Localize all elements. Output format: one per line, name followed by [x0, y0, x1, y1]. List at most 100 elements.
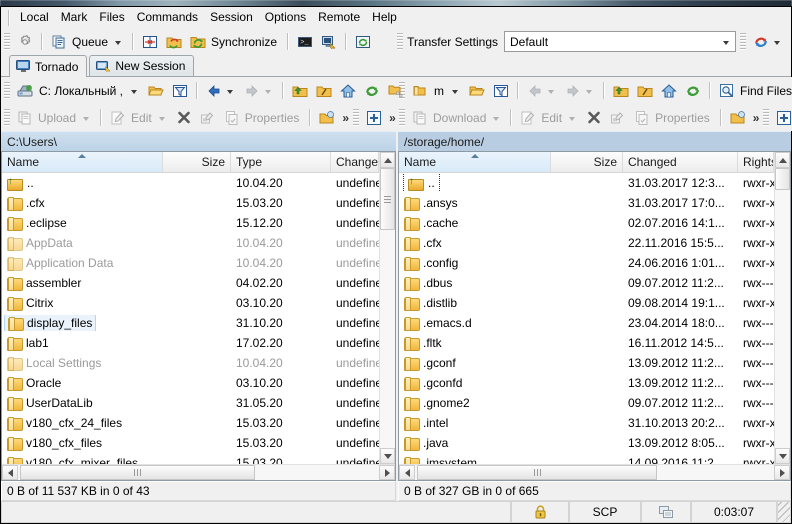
remote-actions-overflow-chevron[interactable]: »: [750, 111, 763, 125]
remote-scroll-track[interactable]: [775, 168, 790, 448]
remote-path-bar[interactable]: /storage/home/: [398, 131, 791, 151]
table-row[interactable]: .imsystem 14.09.2016 11:2 rwxr-xr-: [399, 453, 774, 464]
table-row[interactable]: assembler 04.02.20 undefined: [2, 273, 379, 293]
remote-column-changed[interactable]: Changed: [623, 152, 738, 172]
table-row[interactable]: v180_cfx_mixer_files 15.03.20 undefined: [2, 453, 379, 464]
remote-hscroll-right-button[interactable]: [774, 465, 790, 480]
remote-filter-button[interactable]: [489, 80, 513, 102]
local-forward-button[interactable]: [240, 80, 278, 102]
remote-hscroll-left-button[interactable]: [399, 465, 415, 480]
queue-dropdown-caret[interactable]: [115, 40, 122, 45]
connection-status-cell[interactable]: [641, 501, 691, 523]
remote-new-directory-button[interactable]: [726, 107, 750, 129]
table-row[interactable]: .java 13.09.2012 8:05... rwxr-xr-: [399, 433, 774, 453]
open-putty-button[interactable]: [317, 31, 341, 53]
local-scroll-down-button[interactable]: [380, 448, 395, 464]
table-row[interactable]: UserDataLib 31.05.20 undefined: [2, 393, 379, 413]
local-add-grip[interactable]: [353, 109, 360, 126]
local-rows-viewport[interactable]: ↑.. 10.04.20 undefined .cfx 15.03.20 undefine…: [2, 173, 379, 464]
remote-add-bookmark-button[interactable]: [772, 107, 792, 129]
tab-new-session[interactable]: New Session: [89, 55, 195, 76]
table-row[interactable]: .ansys 31.03.2017 17:0... rwxr-xr-: [399, 193, 774, 213]
remote-edit-button[interactable]: Edit: [516, 107, 582, 129]
local-rename-button[interactable]: xl: [196, 107, 220, 129]
local-delete-button[interactable]: [172, 107, 196, 129]
local-hscroll-right-button[interactable]: [379, 465, 395, 480]
remote-actions-grip[interactable]: [399, 109, 405, 126]
transfer-settings-icon-button[interactable]: [749, 31, 787, 53]
local-hscroll-thumb[interactable]: [20, 465, 255, 480]
local-scroll-track[interactable]: [380, 168, 395, 448]
local-actions-grip[interactable]: [4, 109, 10, 126]
download-caret[interactable]: [493, 116, 500, 121]
toolbar-grip-handle[interactable]: [4, 33, 10, 50]
table-row[interactable]: .dbus 09.07.2012 11:2... rwx----: [399, 273, 774, 293]
upload-button[interactable]: Upload: [13, 107, 96, 129]
remote-scroll-up-button[interactable]: [775, 152, 790, 168]
table-row[interactable]: .gnome2 09.07.2012 11:2... rwx----: [399, 393, 774, 413]
preferences-button[interactable]: [13, 31, 37, 53]
local-drive-caret[interactable]: [130, 89, 137, 94]
remote-column-size[interactable]: Size: [551, 152, 623, 172]
table-row[interactable]: .gconf 13.09.2012 11:2... rwx----: [399, 353, 774, 373]
local-column-type[interactable]: Type: [231, 152, 331, 172]
local-open-directory-button[interactable]: [144, 80, 168, 102]
table-row[interactable]: .distlib 09.08.2014 19:1... rwxr-xr-: [399, 293, 774, 313]
table-row[interactable]: .fltk 16.11.2012 14:5... rwx----: [399, 333, 774, 353]
remote-back-button[interactable]: [523, 80, 561, 102]
local-hscroll-left-button[interactable]: [2, 465, 18, 480]
remote-root-directory-button[interactable]: [633, 80, 657, 102]
remote-forward-button[interactable]: [561, 80, 599, 102]
local-edit-caret[interactable]: [158, 116, 165, 121]
remote-parent-directory-button[interactable]: [609, 80, 633, 102]
transfer-settings-grip[interactable]: [397, 33, 404, 50]
menu-help[interactable]: Help: [366, 8, 403, 27]
remote-directory-caret[interactable]: [452, 89, 458, 94]
table-row[interactable]: .cache 02.07.2016 14:1... rwxr-xr-: [399, 213, 774, 233]
resize-grip[interactable]: [777, 501, 791, 523]
table-row[interactable]: AppData 10.04.20 undefined: [2, 233, 379, 253]
local-back-button[interactable]: [202, 80, 240, 102]
table-row[interactable]: .emacs.d 23.04.2014 18:0... rwx----: [399, 313, 774, 333]
table-row[interactable]: display_files 31.10.20 undefined: [2, 313, 379, 333]
upload-caret[interactable]: [83, 116, 90, 121]
local-drive-combo[interactable]: C: Локальный ,: [13, 80, 144, 102]
remote-forward-caret[interactable]: [586, 89, 592, 94]
remote-home-directory-button[interactable]: [657, 80, 681, 102]
remote-scroll-down-button[interactable]: [775, 448, 790, 464]
remote-scroll-thumb[interactable]: [775, 168, 790, 190]
table-row[interactable]: ↑.. 31.03.2017 12:3... rwxr-xr-: [399, 173, 774, 193]
menu-grip-handle[interactable]: [5, 9, 12, 26]
remote-directory-combo[interactable]: m: [408, 80, 465, 102]
local-toolbar-grip[interactable]: [4, 82, 10, 99]
remote-back-caret[interactable]: [548, 89, 554, 94]
remote-open-directory-button[interactable]: [465, 80, 489, 102]
table-row[interactable]: .gconfd 13.09.2012 11:2... rwx----: [399, 373, 774, 393]
menu-session[interactable]: Session: [204, 8, 259, 27]
remote-hscroll-thumb[interactable]: [417, 465, 657, 480]
local-home-directory-button[interactable]: [336, 80, 360, 102]
local-vertical-scrollbar[interactable]: [379, 152, 395, 464]
local-forward-caret[interactable]: [264, 89, 271, 94]
remote-column-name[interactable]: Name: [399, 152, 551, 172]
synchronize-button[interactable]: Synchronize: [186, 31, 283, 53]
remote-rows-viewport[interactable]: ↑.. 31.03.2017 12:3... rwxr-xr- .ansys 31.03…: [399, 173, 774, 464]
table-row[interactable]: Oracle 03.10.20 undefined: [2, 373, 379, 393]
remote-column-rights[interactable]: Rights: [738, 152, 774, 172]
table-row[interactable]: .eclipse 15.12.20 undefined: [2, 213, 379, 233]
table-row[interactable]: Application Data 10.04.20 undefined: [2, 253, 379, 273]
tab-tornado[interactable]: Tornado: [9, 55, 88, 77]
remote-edit-caret[interactable]: [569, 116, 576, 121]
table-row[interactable]: .cfx 15.03.20 undefined: [2, 193, 379, 213]
local-parent-directory-button[interactable]: [288, 80, 312, 102]
transfer-settings-right-grip[interactable]: [740, 33, 746, 50]
table-row[interactable]: .intel 31.10.2013 20:2... rwxr-xr-: [399, 413, 774, 433]
menu-files[interactable]: Files: [93, 8, 130, 27]
menu-remote[interactable]: Remote: [312, 8, 366, 27]
refresh-both-panels-button[interactable]: [351, 31, 375, 53]
menu-options[interactable]: Options: [259, 8, 312, 27]
remote-properties-button[interactable]: Properties: [630, 107, 716, 129]
menu-commands[interactable]: Commands: [131, 8, 204, 27]
encryption-status-cell[interactable]: [511, 501, 569, 523]
local-path-bar[interactable]: C:\Users\: [1, 131, 396, 151]
